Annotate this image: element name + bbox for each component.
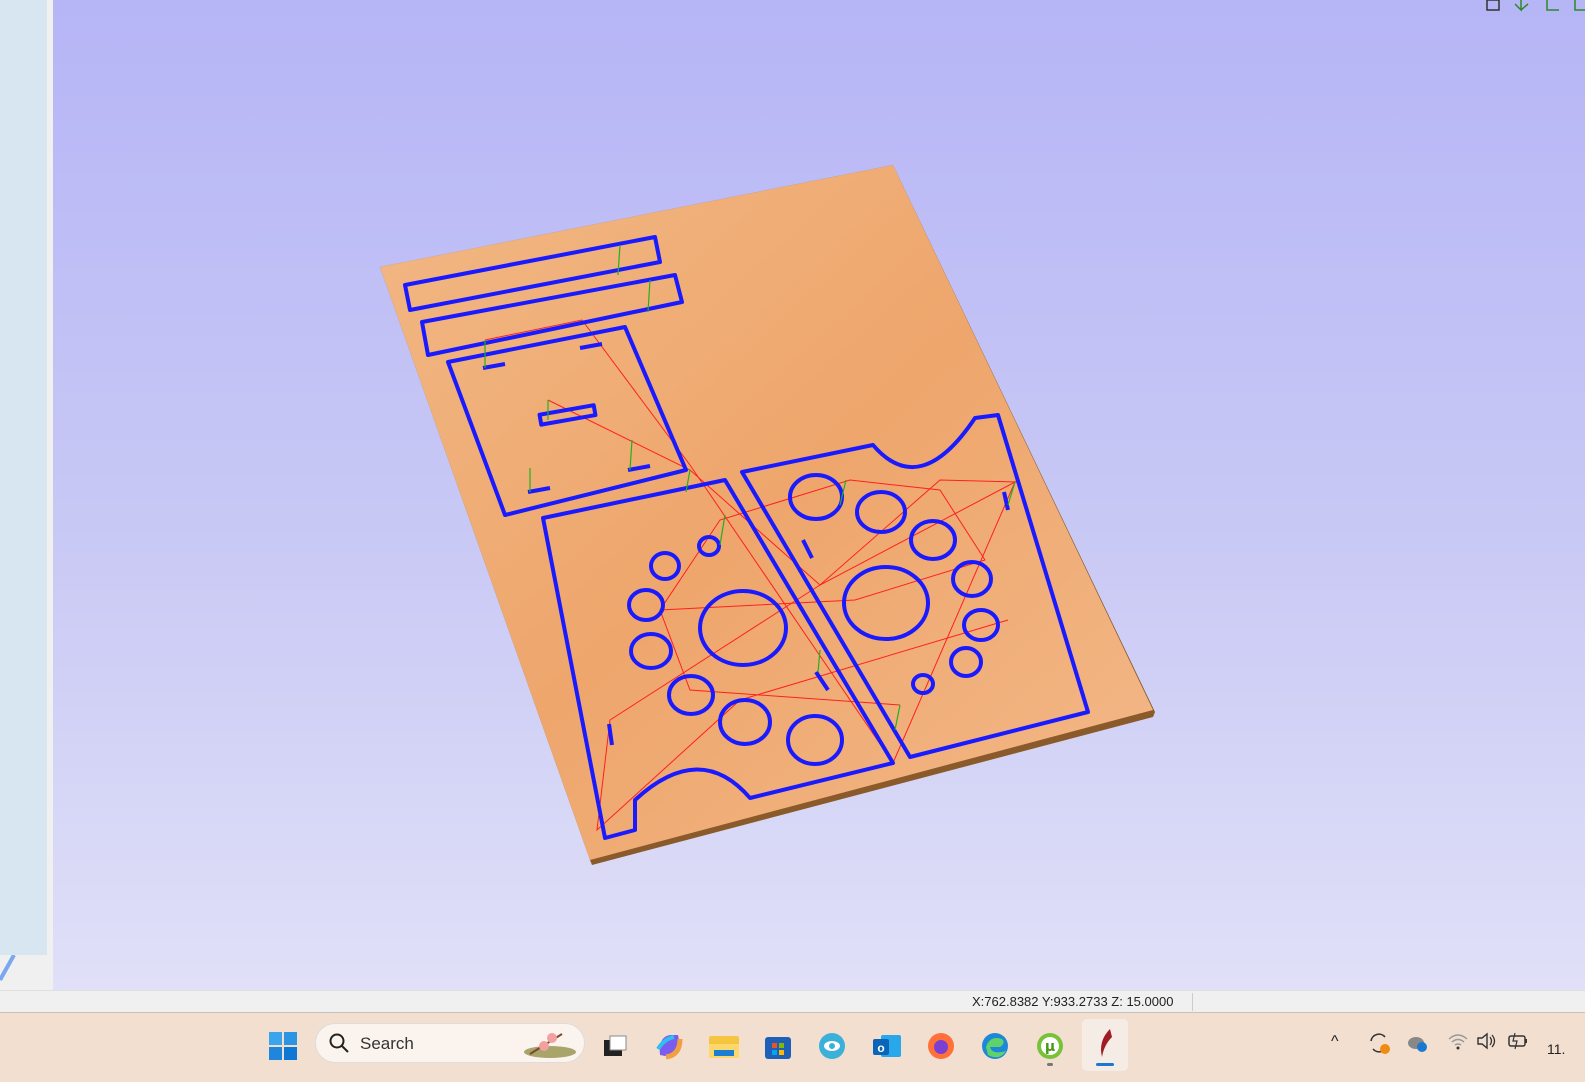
start-icon[interactable] [266, 1029, 300, 1063]
wifi-icon[interactable] [1447, 1031, 1469, 1051]
store-icon[interactable] [761, 1029, 795, 1063]
left-panel-footer [0, 955, 47, 990]
clock[interactable]: 11. [1547, 1041, 1565, 1057]
search-highlight-icon [524, 1033, 576, 1058]
cursor-coordinates: X:762.8382 Y:933.2733 Z: 15.0000 [972, 994, 1174, 1009]
volume-icon[interactable] [1476, 1031, 1498, 1051]
svg-text:o: o [877, 1041, 884, 1055]
utorrent-icon[interactable]: µ [1033, 1029, 1067, 1063]
search-placeholder: Search [360, 1034, 414, 1053]
toolpath-preview [380, 165, 1155, 865]
firefox-icon[interactable] [924, 1029, 958, 1063]
3d-viewport[interactable] [53, 0, 1585, 990]
edge-icon[interactable] [978, 1029, 1012, 1063]
task-view-icon[interactable] [597, 1029, 631, 1063]
file-explorer-icon[interactable] [707, 1029, 741, 1063]
active-app-button[interactable] [1082, 1019, 1128, 1071]
status-bar: X:762.8382 Y:933.2733 Z: 15.0000 [0, 990, 1585, 1013]
copilot-icon[interactable] [652, 1029, 686, 1063]
status-separator [1192, 993, 1193, 1011]
show-hidden-icons[interactable]: ^ [1331, 1033, 1339, 1051]
sync-icon[interactable] [1367, 1031, 1391, 1055]
outlook-icon[interactable]: o [870, 1029, 904, 1063]
app-icon[interactable] [815, 1029, 849, 1063]
battery-icon[interactable] [1506, 1031, 1530, 1051]
running-indicator [1047, 1063, 1053, 1066]
search-icon [329, 1033, 349, 1053]
taskbar: Search o µ ^ 11. [0, 1012, 1585, 1082]
cloud-info-icon[interactable] [1406, 1031, 1430, 1055]
cnc-app-icon [1101, 1029, 1112, 1057]
left-panel [0, 0, 47, 955]
search-box[interactable]: Search [315, 1023, 585, 1063]
svg-text:µ: µ [1045, 1039, 1055, 1055]
